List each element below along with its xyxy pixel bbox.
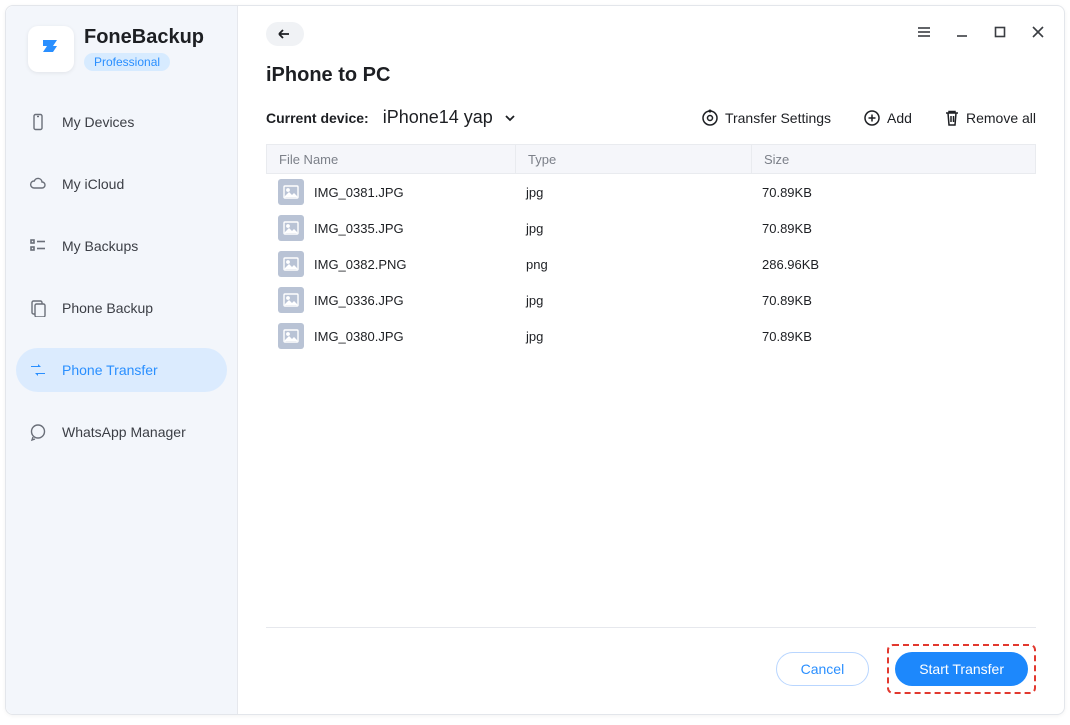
app-logo-icon bbox=[37, 35, 65, 63]
sidebar: FoneBackup Professional My Devices My iC… bbox=[6, 6, 238, 714]
col-header-type[interactable]: Type bbox=[515, 145, 751, 173]
file-name: IMG_0382.PNG bbox=[314, 257, 407, 272]
chevron-down-icon bbox=[503, 111, 517, 125]
sidebar-item-my-icloud[interactable]: My iCloud bbox=[16, 162, 227, 206]
add-button[interactable]: Add bbox=[863, 109, 912, 127]
table-body: IMG_0381.JPGjpg70.89KBIMG_0335.JPGjpg70.… bbox=[266, 174, 1036, 354]
col-header-size[interactable]: Size bbox=[751, 145, 1035, 173]
file-type: png bbox=[514, 257, 750, 272]
table-row[interactable]: IMG_0335.JPG jpg70.89KB bbox=[266, 210, 1036, 246]
file-size: 70.89KB bbox=[750, 293, 1036, 308]
app-logo-block: FoneBackup Professional bbox=[6, 20, 237, 72]
file-type: jpg bbox=[514, 329, 750, 344]
image-thumb-icon bbox=[278, 287, 304, 313]
device-icon bbox=[28, 112, 48, 132]
maximize-button[interactable] bbox=[992, 24, 1008, 40]
file-size: 70.89KB bbox=[750, 221, 1036, 236]
start-transfer-button[interactable]: Start Transfer bbox=[895, 652, 1028, 686]
sidebar-item-my-devices[interactable]: My Devices bbox=[16, 100, 227, 144]
col-header-name[interactable]: File Name bbox=[267, 152, 515, 167]
arrow-left-icon bbox=[276, 26, 294, 42]
cloud-icon bbox=[28, 174, 48, 194]
file-name: IMG_0380.JPG bbox=[314, 329, 404, 344]
file-table: File Name Type Size IMG_0381.JPGjpg70.89… bbox=[266, 144, 1036, 354]
file-name: IMG_0381.JPG bbox=[314, 185, 404, 200]
file-size: 286.96KB bbox=[750, 257, 1036, 272]
close-icon bbox=[1031, 25, 1045, 39]
backup-icon bbox=[28, 298, 48, 318]
minimize-icon bbox=[955, 25, 969, 39]
file-type: jpg bbox=[514, 293, 750, 308]
back-button[interactable] bbox=[266, 22, 304, 46]
page-title: iPhone to PC bbox=[266, 64, 1036, 87]
transfer-icon bbox=[28, 360, 48, 380]
image-thumb-icon bbox=[278, 179, 304, 205]
cancel-button[interactable]: Cancel bbox=[776, 652, 870, 686]
action-label: Remove all bbox=[966, 110, 1036, 126]
trash-icon bbox=[944, 109, 960, 127]
app-title: FoneBackup bbox=[84, 26, 204, 49]
sidebar-item-whatsapp-manager[interactable]: WhatsApp Manager bbox=[16, 410, 227, 454]
sidebar-item-label: My iCloud bbox=[62, 176, 124, 192]
image-thumb-icon bbox=[278, 215, 304, 241]
file-name: IMG_0336.JPG bbox=[314, 293, 404, 308]
file-type: jpg bbox=[514, 221, 750, 236]
professional-badge: Professional bbox=[84, 53, 170, 71]
sidebar-item-phone-transfer[interactable]: Phone Transfer bbox=[16, 348, 227, 392]
file-type: jpg bbox=[514, 185, 750, 200]
current-device-label: Current device: bbox=[266, 110, 369, 126]
app-logo bbox=[28, 26, 74, 72]
remove-all-button[interactable]: Remove all bbox=[944, 109, 1036, 127]
highlight-annotation: Start Transfer bbox=[887, 644, 1036, 694]
sidebar-item-phone-backup[interactable]: Phone Backup bbox=[16, 286, 227, 330]
maximize-icon bbox=[993, 25, 1007, 39]
sidebar-item-label: WhatsApp Manager bbox=[62, 424, 186, 440]
table-row[interactable]: IMG_0381.JPG jpg70.89KB bbox=[266, 174, 1036, 210]
action-label: Transfer Settings bbox=[725, 110, 831, 126]
file-size: 70.89KB bbox=[750, 329, 1036, 344]
image-thumb-icon bbox=[278, 251, 304, 277]
settings-icon bbox=[701, 109, 719, 127]
action-label: Add bbox=[887, 110, 912, 126]
transfer-settings-button[interactable]: Transfer Settings bbox=[701, 109, 831, 127]
sidebar-item-label: My Devices bbox=[62, 114, 134, 130]
plus-circle-icon bbox=[863, 109, 881, 127]
app-window: FoneBackup Professional My Devices My iC… bbox=[5, 5, 1065, 715]
sidebar-item-label: Phone Backup bbox=[62, 300, 153, 316]
main-content: iPhone to PC Current device: iPhone14 ya… bbox=[238, 6, 1064, 714]
hamburger-icon bbox=[916, 24, 932, 40]
table-row[interactable]: IMG_0380.JPG jpg70.89KB bbox=[266, 318, 1036, 354]
toolbar: Current device: iPhone14 yap Transfer Se… bbox=[266, 107, 1036, 128]
table-row[interactable]: IMG_0336.JPG jpg70.89KB bbox=[266, 282, 1036, 318]
device-name: iPhone14 yap bbox=[383, 107, 493, 128]
footer: Cancel Start Transfer bbox=[266, 627, 1036, 694]
chat-icon bbox=[28, 422, 48, 442]
menu-button[interactable] bbox=[916, 24, 932, 40]
list-icon bbox=[28, 236, 48, 256]
file-name: IMG_0335.JPG bbox=[314, 221, 404, 236]
window-controls bbox=[916, 24, 1046, 40]
image-thumb-icon bbox=[278, 323, 304, 349]
close-button[interactable] bbox=[1030, 24, 1046, 40]
sidebar-item-label: Phone Transfer bbox=[62, 362, 158, 378]
minimize-button[interactable] bbox=[954, 24, 970, 40]
sidebar-item-label: My Backups bbox=[62, 238, 138, 254]
device-dropdown[interactable]: iPhone14 yap bbox=[383, 107, 517, 128]
sidebar-nav: My Devices My iCloud My Backups Phone Ba… bbox=[6, 100, 237, 454]
table-row[interactable]: IMG_0382.PNG png286.96KB bbox=[266, 246, 1036, 282]
file-size: 70.89KB bbox=[750, 185, 1036, 200]
sidebar-item-my-backups[interactable]: My Backups bbox=[16, 224, 227, 268]
table-header: File Name Type Size bbox=[266, 144, 1036, 174]
